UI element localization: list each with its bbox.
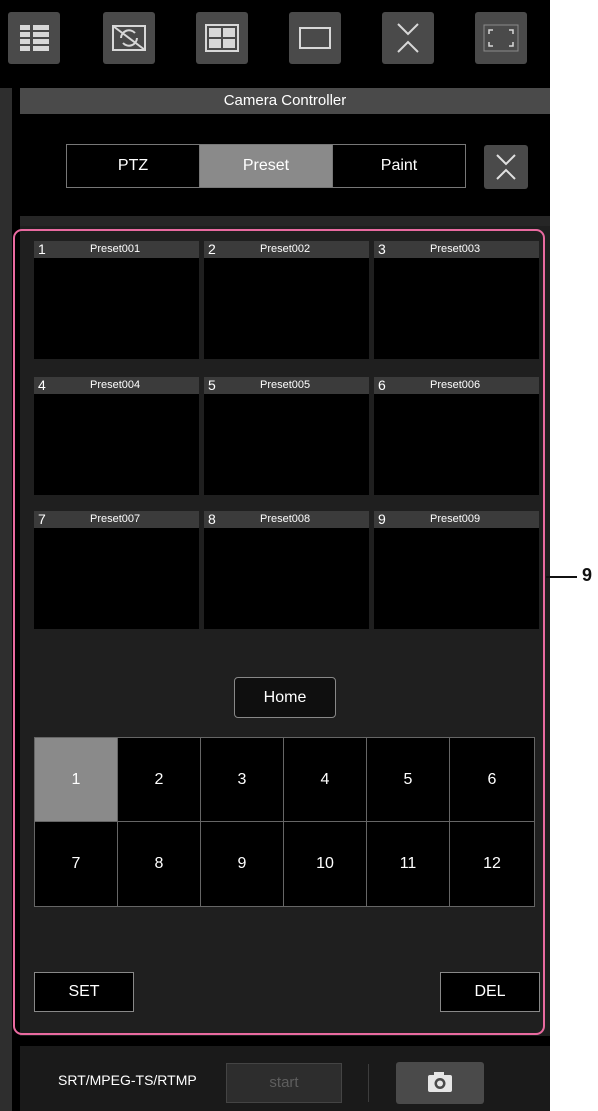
no-image-icon [112, 25, 146, 51]
list-view-button[interactable] [8, 12, 60, 64]
toolbar-collapse-button[interactable] [382, 12, 434, 64]
panel-collapse-button[interactable] [484, 145, 528, 189]
callout-label: 9 [582, 565, 593, 585]
mode-tabs: PTZ Preset Paint [66, 144, 466, 188]
collapse-icon [496, 154, 516, 180]
no-image-button[interactable] [103, 12, 155, 64]
callout-highlight-frame [13, 229, 545, 1035]
view-toolbar [0, 0, 550, 88]
mode-selector-area: PTZ Preset Paint [20, 114, 550, 216]
divider [368, 1064, 369, 1102]
fullscreen-button[interactable] [475, 12, 527, 64]
single-view-icon [299, 27, 331, 49]
fullscreen-icon [483, 24, 519, 52]
single-view-button[interactable] [289, 12, 341, 64]
collapse-icon [397, 23, 419, 53]
stream-protocol-label: SRT/MPEG-TS/RTMP [58, 1072, 197, 1088]
quad-view-icon [205, 24, 239, 52]
camera-icon [428, 1072, 452, 1092]
stream-start-button[interactable]: start [226, 1063, 342, 1103]
tab-ptz[interactable]: PTZ [67, 145, 199, 187]
separator [20, 216, 550, 226]
callout-leader-line [546, 576, 577, 578]
tab-paint[interactable]: Paint [332, 145, 465, 187]
left-sidebar-strip [0, 88, 12, 1111]
list-view-icon [20, 25, 49, 51]
snapshot-button[interactable] [396, 1062, 484, 1104]
panel-title: Camera Controller [20, 88, 550, 114]
quad-view-button[interactable] [196, 12, 248, 64]
tab-preset[interactable]: Preset [199, 145, 332, 187]
